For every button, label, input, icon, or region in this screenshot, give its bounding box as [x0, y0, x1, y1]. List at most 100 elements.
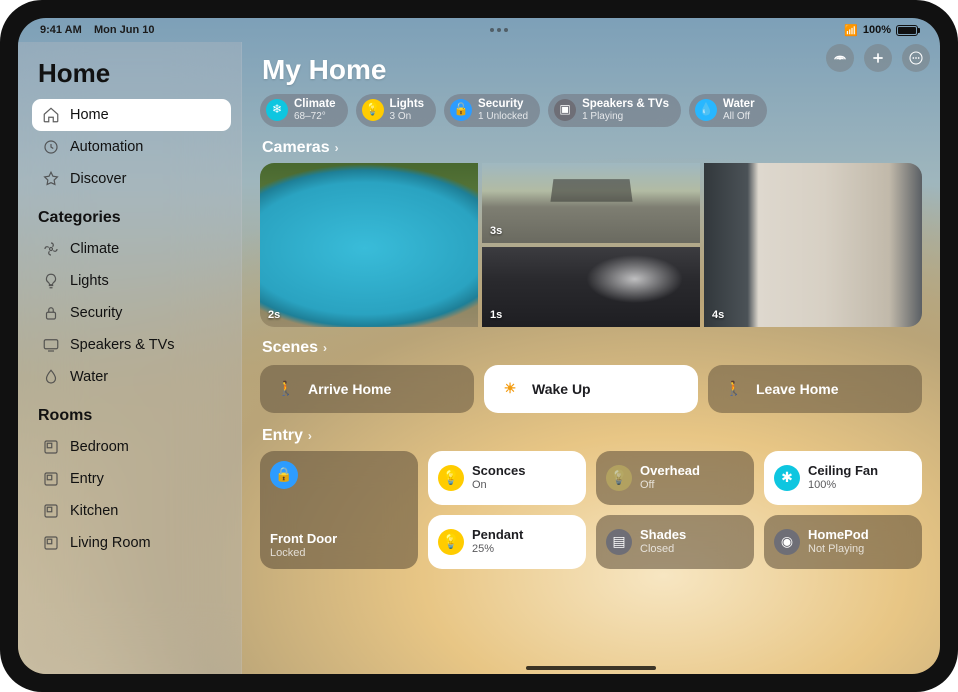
status-pills: ❄︎ Climate 68–72° 💡 Lights 3 On 🔓 Securi… — [260, 94, 922, 127]
pill-status: 3 On — [390, 111, 425, 123]
tile-pendant[interactable]: 💡 Pendant 25% — [428, 515, 586, 569]
tile-name: Shades — [640, 528, 686, 543]
clock-icon — [42, 138, 60, 156]
sidebar-item-discover[interactable]: Discover — [32, 163, 231, 195]
star-icon — [42, 170, 60, 188]
pill-water[interactable]: 💧 Water All Off — [689, 94, 767, 127]
pill-climate[interactable]: ❄︎ Climate 68–72° — [260, 94, 348, 127]
fan-icon: ✱ — [774, 465, 800, 491]
camera-thumbnail — [482, 247, 700, 327]
tile-shades[interactable]: ▤ Shades Closed — [596, 515, 754, 569]
status-bar: 9:41 AM Mon Jun 10 100% — [18, 18, 940, 42]
tile-status: Locked — [270, 547, 337, 559]
tile-ceiling-fan[interactable]: ✱ Ceiling Fan 100% — [764, 451, 922, 505]
screen: 9:41 AM Mon Jun 10 100% Home — [18, 18, 940, 674]
pill-name: Speakers & TVs — [582, 98, 669, 111]
tile-homepod[interactable]: ◉ HomePod Not Playing — [764, 515, 922, 569]
sidebar-cat-security[interactable]: Security — [32, 297, 231, 329]
scene-arrive-home[interactable]: 🚶 Arrive Home — [260, 365, 474, 413]
ipad-frame: 9:41 AM Mon Jun 10 100% Home — [0, 0, 958, 692]
battery-percent: 100% — [863, 24, 891, 36]
section-label: Scenes — [262, 339, 318, 357]
bulb-icon: 💡 — [362, 99, 384, 121]
sidebar-cat-climate[interactable]: Climate — [32, 233, 231, 265]
tile-name: Sconces — [472, 464, 525, 479]
camera-living-room[interactable]: 4s — [704, 163, 922, 327]
sidebar: Home Home Automation — [18, 42, 242, 674]
pill-security[interactable]: 🔓 Security 1 Unlocked — [444, 94, 540, 127]
sidebar-item-label: Security — [70, 305, 122, 321]
status-date: Mon Jun 10 — [94, 24, 155, 36]
lock-icon: 🔓 — [450, 99, 472, 121]
fan-icon — [42, 240, 60, 258]
multitask-dots[interactable] — [490, 28, 508, 32]
pill-name: Climate — [294, 98, 336, 111]
more-button[interactable] — [902, 44, 930, 72]
chevron-right-icon: › — [323, 341, 327, 355]
pill-status: 1 Playing — [582, 111, 669, 123]
page-title: My Home — [262, 54, 922, 86]
sidebar-item-automation[interactable]: Automation — [32, 131, 231, 163]
sidebar-item-home[interactable]: Home — [32, 99, 231, 131]
camera-pool[interactable]: 2s — [260, 163, 478, 327]
tile-name: Ceiling Fan — [808, 464, 878, 479]
tile-status: Not Playing — [808, 543, 869, 555]
camera-timestamp: 3s — [490, 225, 502, 237]
tile-overhead[interactable]: 💡 Overhead Off — [596, 451, 754, 505]
sidebar-item-label: Bedroom — [70, 439, 129, 455]
sidebar-room-living-room[interactable]: Living Room — [32, 527, 231, 559]
room-icon — [42, 470, 60, 488]
camera-driveway[interactable]: 3s — [482, 163, 700, 243]
sidebar-cat-water[interactable]: Water — [32, 361, 231, 393]
scene-wake-up[interactable]: ☀︎ Wake Up — [484, 365, 698, 413]
sidebar-room-entry[interactable]: Entry — [32, 463, 231, 495]
sidebar-item-label: Automation — [70, 139, 143, 155]
camera-bedroom[interactable]: 1s — [482, 247, 700, 327]
sidebar-item-label: Speakers & TVs — [70, 337, 175, 353]
house-icon — [42, 106, 60, 124]
drop-icon — [42, 368, 60, 386]
intercom-button[interactable] — [826, 44, 854, 72]
tv-icon — [42, 336, 60, 354]
scene-leave-home[interactable]: 🚶 Leave Home — [708, 365, 922, 413]
walk-icon: 🚶 — [274, 377, 298, 401]
drop-icon: 💧 — [695, 99, 717, 121]
walk-icon: 🚶 — [722, 377, 746, 401]
tile-front-door[interactable]: 🔒 Front Door Locked — [260, 451, 418, 569]
sidebar-item-label: Entry — [70, 471, 104, 487]
bulb-icon: 💡 — [606, 465, 632, 491]
add-button[interactable] — [864, 44, 892, 72]
cameras-strip: 2s 3s 1s 4s — [260, 163, 922, 327]
entry-header[interactable]: Entry › — [262, 427, 922, 445]
homepod-icon: ◉ — [774, 529, 800, 555]
pill-name: Water — [723, 98, 755, 111]
bulb-icon: 💡 — [438, 465, 464, 491]
room-icon — [42, 534, 60, 552]
status-left: 9:41 AM Mon Jun 10 — [40, 24, 155, 36]
chevron-right-icon: › — [308, 429, 312, 443]
sidebar-item-label: Water — [70, 369, 108, 385]
sidebar-room-kitchen[interactable]: Kitchen — [32, 495, 231, 527]
lock-icon — [42, 304, 60, 322]
bulb-icon: 💡 — [438, 529, 464, 555]
status-time: 9:41 AM — [40, 24, 82, 36]
sidebar-room-bedroom[interactable]: Bedroom — [32, 431, 231, 463]
tile-sconces[interactable]: 💡 Sconces On — [428, 451, 586, 505]
home-indicator[interactable] — [526, 666, 656, 670]
tv-icon: ▣ — [554, 99, 576, 121]
wifi-icon — [844, 24, 858, 37]
scenes-header[interactable]: Scenes › — [262, 339, 922, 357]
tile-status: 25% — [472, 543, 523, 555]
pill-speakers-tvs[interactable]: ▣ Speakers & TVs 1 Playing — [548, 94, 681, 127]
main-content: My Home ❄︎ Climate 68–72° 💡 Lights 3 On … — [242, 42, 940, 674]
rooms-header: Rooms — [38, 407, 225, 425]
cameras-header[interactable]: Cameras › — [262, 139, 922, 157]
pill-lights[interactable]: 💡 Lights 3 On — [356, 94, 437, 127]
sidebar-item-label: Discover — [70, 171, 126, 187]
categories-header: Categories — [38, 209, 225, 227]
sidebar-cat-speakers-tvs[interactable]: Speakers & TVs — [32, 329, 231, 361]
sidebar-item-label: Climate — [70, 241, 119, 257]
sidebar-cat-lights[interactable]: Lights — [32, 265, 231, 297]
scenes-row: 🚶 Arrive Home ☀︎ Wake Up 🚶 Leave Home — [260, 365, 922, 413]
scene-label: Arrive Home — [308, 381, 391, 397]
